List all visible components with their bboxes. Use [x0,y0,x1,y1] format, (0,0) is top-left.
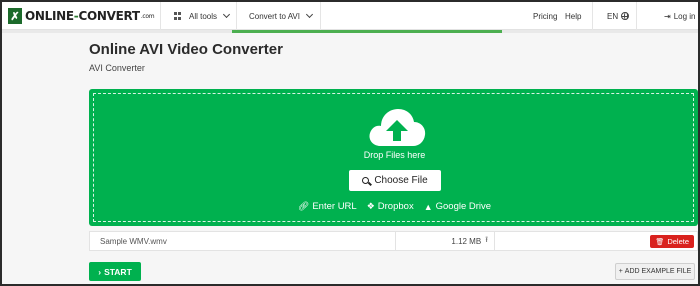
logo-text: ONLINE-CONVERT.com [25,9,155,23]
convert-to-label: Convert to AVI [249,11,300,21]
page-title: Online AVI Video Converter [89,41,283,58]
delete-label: Delete [667,237,689,246]
page-subtitle: AVI Converter [89,63,145,73]
dropbox-link[interactable]: ❖ Dropbox [367,201,414,212]
browser-frame: ✗ ONLINE-CONVERT.com All tools Convert t… [0,0,700,286]
grid-icon [174,12,182,20]
dropbox-icon: ❖ [366,201,375,211]
add-example-file-button[interactable]: + ADD EXAMPLE FILE [615,263,695,280]
nav-divider [592,2,593,30]
link-icon: 🔗︎ [297,201,310,211]
nav-divider [236,2,237,30]
help-label: Help [565,11,582,21]
chevron-right-icon: › [98,266,102,277]
pricing-link[interactable]: Pricing [533,2,557,30]
logo-icon: ✗ [8,8,22,24]
nav-divider [320,2,321,30]
file-name: Sample WMV.wmv [100,237,167,246]
top-navigation-bar: ✗ ONLINE-CONVERT.com All tools Convert t… [2,2,698,30]
file-drop-zone[interactable]: Drop Files here Choose File 🔗︎ Enter URL… [89,89,698,226]
upload-icon: ⭱ [485,235,488,244]
file-size: 1.12 MB [451,236,482,246]
google-drive-label: Google Drive [435,201,492,212]
language-selector[interactable]: EN [607,2,630,30]
file-source-links: 🔗︎ Enter URL ❖ Dropbox ▲ Google Drive [94,201,695,212]
chevron-down-icon [222,10,231,19]
login-icon: ⇥ [664,11,671,21]
pricing-label: Pricing [533,11,558,21]
drop-files-text: Drop Files here [363,150,426,160]
cloud-upload-icon [369,109,426,146]
login-link[interactable]: ⇥ Log in [664,2,696,30]
nav-divider [636,2,637,30]
globe-icon [621,12,630,20]
file-size-cell: 1.12 MB ⭱ [395,232,495,250]
file-list-row: Sample WMV.wmv 1.12 MB ⭱ 🗑︎ Delete [89,231,698,251]
start-label: START [104,266,132,277]
nav-divider [160,2,161,30]
header-accent-fill [232,30,502,33]
dropbox-label: Dropbox [377,201,414,212]
help-link[interactable]: Help [565,2,581,30]
google-drive-icon: ▲ [423,201,433,212]
google-drive-link[interactable]: ▲ Google Drive [424,201,491,212]
chevron-down-icon [305,10,314,19]
convert-to-menu[interactable]: Convert to AVI [249,2,314,30]
choose-file-label: Choose File [374,175,428,186]
drop-zone-border: Drop Files here Choose File 🔗︎ Enter URL… [93,93,694,222]
start-button[interactable]: › START [89,262,141,281]
all-tools-label: All tools [189,11,218,21]
site-logo[interactable]: ✗ ONLINE-CONVERT.com [8,8,155,24]
all-tools-menu[interactable]: All tools [174,2,231,30]
search-icon [362,177,370,184]
trash-icon: 🗑︎ [655,238,665,246]
enter-url-link[interactable]: 🔗︎ Enter URL [298,201,357,212]
delete-file-button[interactable]: 🗑︎ Delete [650,235,694,248]
enter-url-label: Enter URL [312,201,357,212]
language-label: EN [607,11,619,21]
add-example-label: ADD EXAMPLE FILE [624,268,692,275]
choose-file-button[interactable]: Choose File [349,170,441,191]
header-accent-line [2,30,698,33]
login-label: Log in [673,11,696,21]
plus-icon: + [618,268,623,275]
